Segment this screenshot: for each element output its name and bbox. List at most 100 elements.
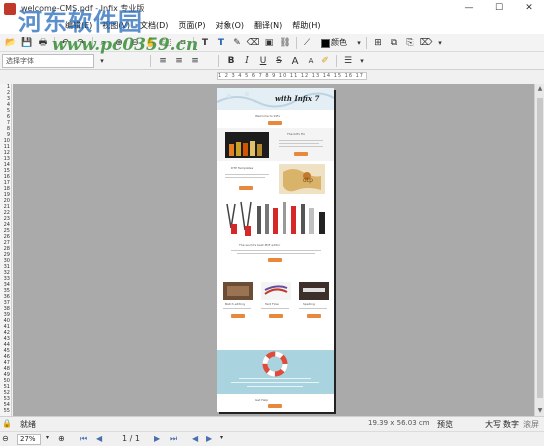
format-toolbar: 选择字体 ▾ ≡ ≡ ≡ B I U S A A ✐ ☰ ▾ bbox=[0, 52, 544, 70]
window-title: welcome-CMS.pdf - Infix 专业版 bbox=[21, 4, 145, 13]
section-dtp: DTP Templates dtp bbox=[217, 162, 334, 196]
heading-batch: Batch editing bbox=[225, 302, 245, 306]
page-indicator[interactable]: 1 / 1 bbox=[122, 434, 140, 443]
ruler-tick: 55 bbox=[3, 408, 10, 414]
hand-tool-icon[interactable]: ✋ bbox=[144, 36, 158, 50]
prev-page-icon[interactable]: ◀ bbox=[96, 434, 102, 443]
document-workspace[interactable]: with Infix 7 Welcome to Infix The Infix … bbox=[13, 84, 534, 416]
zoom-out-icon-small[interactable]: ⊖ bbox=[2, 434, 9, 443]
pen-tool-icon[interactable]: ✎ bbox=[230, 36, 244, 50]
zoom-dropdown-icon[interactable]: ▾ bbox=[46, 434, 49, 441]
font-shrink-button[interactable]: A bbox=[304, 54, 318, 68]
page-menu-dropdown-icon[interactable]: ▾ bbox=[433, 36, 447, 50]
status-caps: 大写 bbox=[485, 420, 501, 429]
menu-edit[interactable]: 编辑(E) bbox=[60, 20, 97, 31]
page-button bbox=[268, 121, 282, 125]
next-page-icon[interactable]: ▶ bbox=[154, 434, 160, 443]
close-button[interactable]: ✕ bbox=[514, 0, 544, 17]
font-select[interactable]: 选择字体 bbox=[2, 54, 94, 68]
italic-button[interactable]: I bbox=[240, 54, 254, 68]
save-icon[interactable]: 💾 bbox=[20, 36, 34, 50]
image-icon[interactable]: ▣ bbox=[262, 36, 276, 50]
open-icon[interactable]: 📂 bbox=[4, 36, 18, 50]
insert-page-icon[interactable]: ⊞ bbox=[371, 36, 385, 50]
status-scroll: 滚屏 bbox=[523, 420, 539, 429]
page-delete-icon[interactable]: ⌦ bbox=[419, 36, 433, 50]
heading-spelling: Spelling bbox=[303, 302, 315, 306]
zoom-level[interactable]: 27% bbox=[17, 434, 41, 445]
heading-welcome: Welcome to Infix bbox=[255, 114, 281, 118]
eyedropper-icon[interactable]: ⟋ bbox=[300, 36, 314, 50]
page-add-icon[interactable]: ⧉ bbox=[387, 36, 401, 50]
find-icon[interactable]: ⌕ bbox=[96, 36, 110, 50]
scroll-up-icon[interactable]: ▲ bbox=[535, 84, 544, 94]
menu-page[interactable]: 页面(P) bbox=[173, 20, 210, 31]
color-swatch-icon[interactable] bbox=[318, 36, 332, 50]
highlighter-icon[interactable]: ✐ bbox=[318, 54, 332, 68]
color-label: 颜色 bbox=[331, 38, 347, 47]
zoom-in-icon[interactable]: ⊕ bbox=[112, 36, 126, 50]
horizontal-ruler: 1 2 3 4 5 6 7 8 9 10 11 12 13 14 15 16 1… bbox=[217, 72, 367, 80]
heading-editor: The world's best PDF editor bbox=[239, 243, 281, 247]
app-icon bbox=[4, 2, 16, 15]
color-dropdown-icon[interactable]: ▾ bbox=[352, 36, 366, 50]
underline-button[interactable]: U bbox=[256, 54, 270, 68]
align-right-icon[interactable]: ≡ bbox=[188, 54, 202, 68]
crop-icon[interactable]: ⌗ bbox=[176, 36, 190, 50]
text-tool-icon[interactable]: T bbox=[198, 36, 212, 50]
vertical-scrollbar[interactable]: ▲ ▼ bbox=[534, 84, 544, 416]
lock-icon: 🔒 bbox=[2, 419, 12, 428]
heading-fix: The Infix Fix bbox=[287, 132, 306, 136]
menu-document[interactable]: 文档(D) bbox=[135, 20, 173, 31]
title-bar: welcome-CMS.pdf - Infix 专业版 — ☐ ✕ bbox=[0, 0, 544, 17]
history-dropdown-icon[interactable]: ▾ bbox=[220, 434, 223, 441]
eraser-icon[interactable]: ⌫ bbox=[246, 36, 260, 50]
zoom-out-icon[interactable]: ⊖ bbox=[128, 36, 142, 50]
heading-textflow: Text Flow bbox=[265, 302, 279, 306]
text-edit-icon[interactable]: T bbox=[214, 36, 228, 50]
section-help bbox=[217, 350, 334, 394]
status-bar: 🔒 就绪 19.39 x 56.03 cm 预览 大写 数字 滚屏 bbox=[0, 416, 544, 431]
link-icon[interactable]: ⛓ bbox=[278, 36, 292, 50]
navigation-bar: ⊖ 27% ▾ ⊕ ⏮ ◀ 1 / 1 ▶ ⏭ ◀ ▶ ▾ bbox=[0, 431, 544, 446]
scroll-down-icon[interactable]: ▼ bbox=[535, 406, 544, 416]
last-page-icon[interactable]: ⏭ bbox=[170, 434, 177, 444]
menu-translate[interactable]: 翻译(N) bbox=[249, 20, 287, 31]
page-header-banner: with Infix 7 bbox=[217, 88, 334, 110]
align-center-icon[interactable]: ≡ bbox=[172, 54, 186, 68]
align-left-icon[interactable]: ≡ bbox=[156, 54, 170, 68]
select-icon[interactable]: ⬚ bbox=[160, 36, 174, 50]
bold-button[interactable]: B bbox=[224, 54, 238, 68]
redo-icon[interactable]: ↷ bbox=[74, 36, 88, 50]
lifebuoy-image bbox=[231, 351, 319, 387]
section-tools bbox=[217, 198, 334, 240]
pencils-image bbox=[225, 132, 269, 158]
forward-icon[interactable]: ▶ bbox=[206, 434, 212, 443]
undo-icon[interactable]: ↶ bbox=[58, 36, 72, 50]
app-window: welcome-CMS.pdf - Infix 专业版 — ☐ ✕ 编辑(E) … bbox=[0, 0, 544, 446]
minimize-button[interactable]: — bbox=[454, 0, 484, 17]
maximize-button[interactable]: ☐ bbox=[484, 0, 514, 17]
menu-help[interactable]: 帮助(H) bbox=[287, 20, 325, 31]
line-spacing-dropdown-icon[interactable]: ▾ bbox=[355, 54, 369, 68]
section-features: Batch editing Text Flow Spelling bbox=[217, 280, 334, 326]
menu-view[interactable]: 视图(V) bbox=[97, 20, 135, 31]
page-extract-icon[interactable]: ⎘ bbox=[403, 36, 417, 50]
zoom-in-icon-small[interactable]: ⊕ bbox=[58, 434, 65, 443]
menu-bar: 编辑(E) 视图(V) 文档(D) 页面(P) 对象(O) 翻译(N) 帮助(H… bbox=[0, 17, 544, 34]
first-page-icon[interactable]: ⏮ bbox=[80, 434, 87, 444]
font-dropdown-icon[interactable]: ▾ bbox=[95, 54, 109, 68]
pdf-page[interactable]: with Infix 7 Welcome to Infix The Infix … bbox=[217, 88, 334, 412]
print-icon[interactable]: 🖶 bbox=[36, 36, 50, 50]
vertical-ruler: 1 2 3 4 5 6 7 8 9 10 11 12 13 14 15 16 17 18 19 20 21 22 23 24 2… bbox=[0, 84, 12, 416]
strikethrough-button[interactable]: S bbox=[272, 54, 286, 68]
scroll-thumb[interactable] bbox=[537, 98, 543, 398]
menu-object[interactable]: 对象(O) bbox=[211, 20, 250, 31]
back-icon[interactable]: ◀ bbox=[192, 434, 198, 443]
tools-image bbox=[226, 201, 325, 236]
line-spacing-icon[interactable]: ☰ bbox=[341, 54, 355, 68]
section-fix: The Infix Fix bbox=[217, 128, 334, 161]
font-grow-button[interactable]: A bbox=[288, 54, 302, 68]
heading-help: Get Help bbox=[255, 398, 269, 402]
status-mode: 就绪 bbox=[20, 420, 36, 429]
